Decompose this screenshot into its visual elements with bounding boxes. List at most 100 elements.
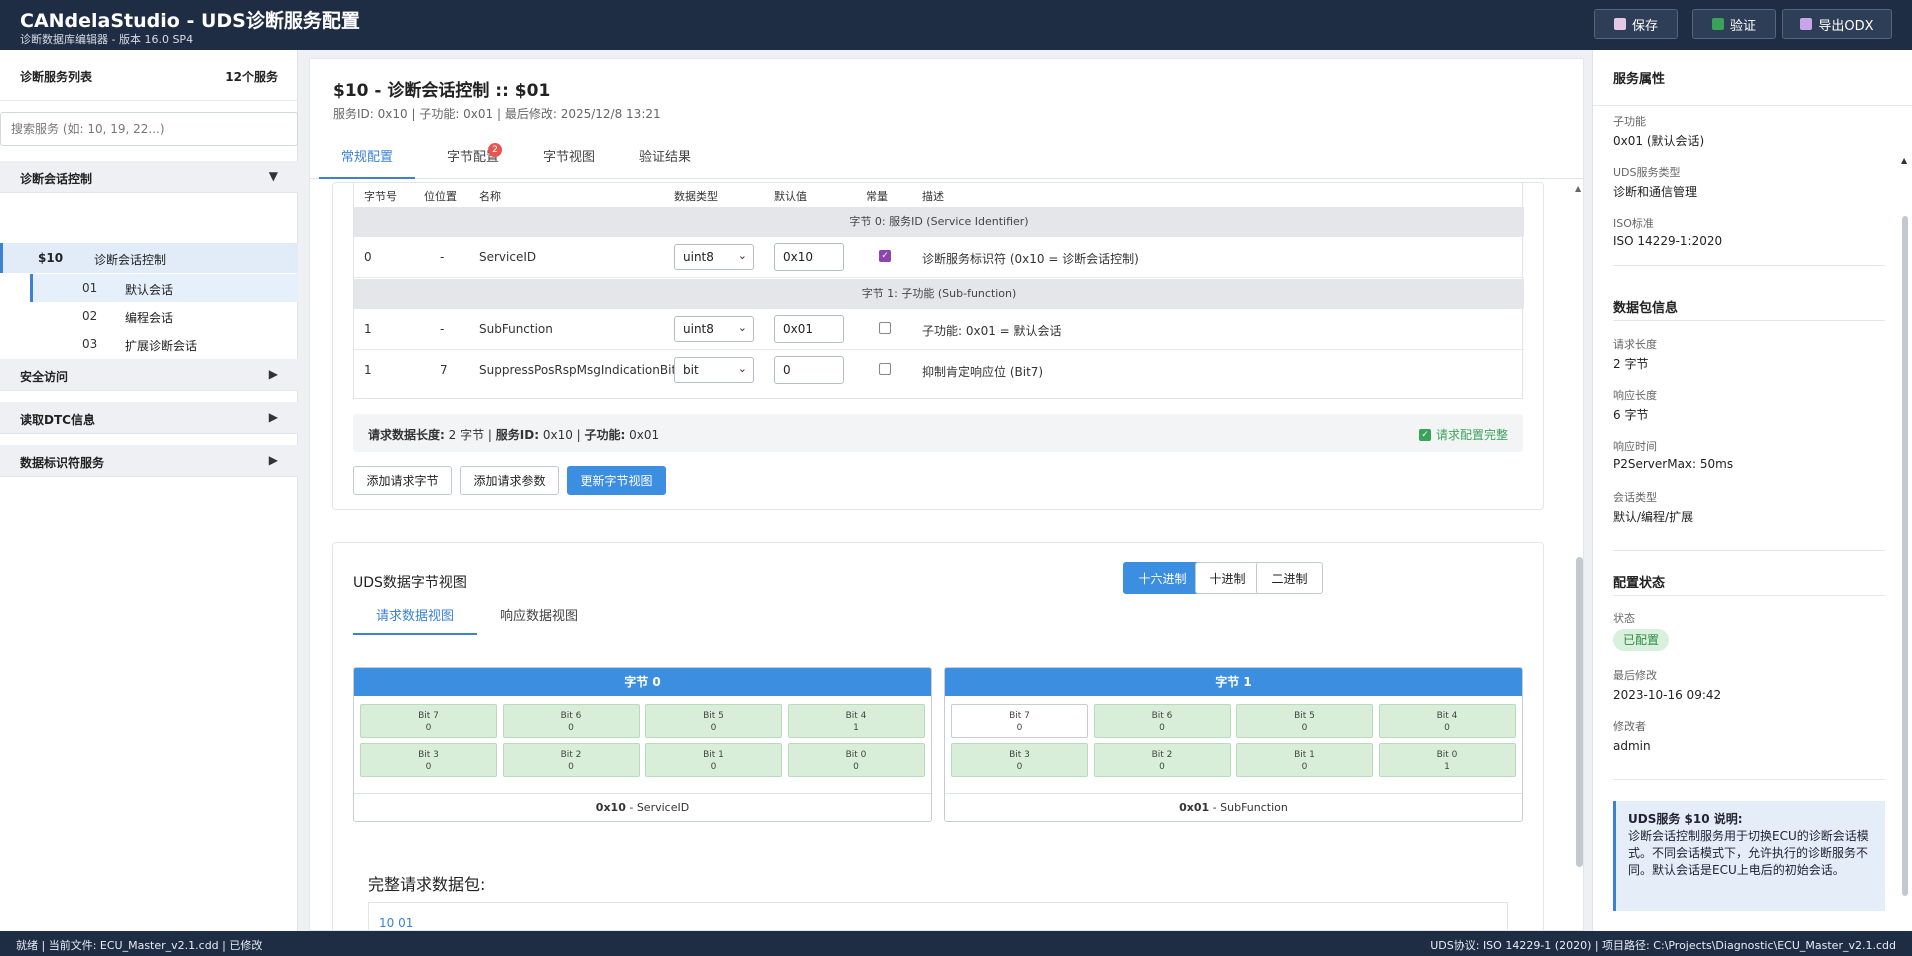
bit-label: Bit 0 <box>845 750 867 760</box>
bit-cell[interactable]: Bit 7 0 <box>360 704 497 738</box>
cell-bit: - <box>440 250 445 264</box>
bit-cell[interactable]: Bit 7 0 <box>951 704 1088 738</box>
scroll-up-icon[interactable]: ▲ <box>1575 184 1581 193</box>
divider <box>1613 779 1885 780</box>
bit-cell[interactable]: Bit 3 0 <box>360 743 497 777</box>
save-icon <box>1613 18 1626 30</box>
group-label: 安全访问 <box>20 370 69 384</box>
save-button[interactable]: 保存 <box>1594 9 1678 39</box>
byte-hex: 0x10 <box>595 801 626 814</box>
byte-0-box: 字节 0 0x10 - ServiceID Bit 7 0 Bit 6 0 Bit 5 0… <box>353 667 932 822</box>
bit-value: 0 <box>1159 723 1165 733</box>
bit-cell[interactable]: Bit 1 0 <box>1236 743 1373 777</box>
bit-cell[interactable]: Bit 4 0 <box>1378 704 1516 738</box>
bit-cell[interactable]: Bit 5 0 <box>1236 704 1373 738</box>
chevron-right-icon: ▶ <box>268 410 278 424</box>
bit-cell[interactable]: Bit 3 0 <box>951 743 1088 777</box>
bit-cell[interactable]: Bit 6 0 <box>1093 704 1231 738</box>
byte-hex: 0x01 <box>1179 801 1210 814</box>
bit-label: Bit 7 <box>418 711 439 721</box>
export-odx-button[interactable]: 导出ODX <box>1782 9 1892 39</box>
tab-validation[interactable]: 验证结果 <box>617 137 713 179</box>
service-search-input[interactable] <box>0 112 298 146</box>
bit-cell[interactable]: Bit 6 0 <box>502 704 640 738</box>
cell-byte: 1 <box>364 363 372 377</box>
bit-cell[interactable]: Bit 1 0 <box>645 743 782 777</box>
verify-button[interactable]: 验证 <box>1692 9 1776 39</box>
bit-value: 0 <box>425 723 432 733</box>
properties-scrollbar[interactable]: ▲ <box>1899 106 1911 931</box>
group-security-access[interactable]: 安全访问 ▶ <box>0 359 298 391</box>
subfunction-item-01[interactable]: 01 默认会话 <box>30 274 298 302</box>
constant-checkbox[interactable]: ✓ <box>879 250 891 262</box>
divider <box>1613 265 1885 266</box>
table-row: 0 - ServiceID uint8 ⌄ 0x10 ✓ 诊断服务标识符 (0x1… <box>354 237 1524 278</box>
scroll-up-icon[interactable]: ▲ <box>1901 156 1907 165</box>
update-byte-view-button[interactable]: 更新字节视图 <box>567 466 666 495</box>
tab-byte-view[interactable]: 字节视图 <box>521 137 617 179</box>
subfunction-label: 编程会话 <box>125 311 174 325</box>
service-item-10[interactable]: $10 诊断会话控制 <box>0 243 298 273</box>
datatype-select[interactable]: bit ⌄ <box>674 357 754 383</box>
constant-checkbox[interactable] <box>879 363 891 375</box>
status-badge: 已配置 <box>1613 629 1669 651</box>
datatype-select[interactable]: uint8 ⌄ <box>674 244 754 270</box>
datatype-select[interactable]: uint8 ⌄ <box>674 316 754 342</box>
scrollbar-thumb[interactable] <box>1576 557 1583 867</box>
add-request-byte-button[interactable]: 添加请求字节 <box>353 466 452 495</box>
summary-len-label: 请求数据长度: <box>368 428 445 442</box>
bit-label: Bit 6 <box>1151 711 1173 721</box>
bit-cell[interactable]: Bit 4 1 <box>787 704 925 738</box>
subfunction-item-02[interactable]: 02 编程会话 <box>0 302 298 330</box>
chevron-right-icon: ▶ <box>268 367 278 381</box>
bit-label: Bit 4 <box>1436 711 1458 721</box>
bit-value: 0 <box>1016 762 1023 772</box>
bit-cell[interactable]: Bit 5 0 <box>645 704 782 738</box>
group-data-identifier[interactable]: 数据标识符服务 ▶ <box>0 445 298 477</box>
bit-value: 0 <box>1301 723 1308 733</box>
constant-checkbox[interactable] <box>879 322 891 334</box>
bit-cell[interactable]: Bit 0 0 <box>787 743 925 777</box>
bit-value: 1 <box>1444 762 1450 772</box>
properties-header: 服务属性 <box>1593 50 1912 106</box>
default-value-input[interactable]: 0x01 <box>774 315 844 343</box>
format-hex-button[interactable]: 十六进制 <box>1123 562 1202 594</box>
group-session-control[interactable]: 诊断会话控制 ▼ <box>0 161 298 193</box>
bit-value: 0 <box>425 762 432 772</box>
export-icon <box>1800 18 1813 30</box>
col-byte: 字节号 <box>364 190 397 203</box>
tab-response-view[interactable]: 响应数据视图 <box>477 603 601 635</box>
col-type: 数据类型 <box>674 190 718 203</box>
summary-len-value: 2 字节 <box>448 428 485 442</box>
bit-cell[interactable]: Bit 2 0 <box>502 743 640 777</box>
tab-general[interactable]: 常规配置 <box>319 137 415 179</box>
config-complete-status: ✓ 请求配置完整 <box>1418 426 1508 443</box>
status-bar: 就绪 | 当前文件: ECU_Master_v2.1.cdd | 已修改 UDS… <box>0 931 1912 956</box>
subfunction-item-03[interactable]: 03 扩展诊断会话 <box>0 330 298 358</box>
cell-name: ServiceID <box>479 250 537 264</box>
tab-byte-config[interactable]: 字节配置 <box>425 137 521 179</box>
group-read-dtc[interactable]: 读取DTC信息 ▶ <box>0 402 298 434</box>
subfunction-num: 01 <box>82 281 98 295</box>
default-value-input[interactable]: 0 <box>774 356 844 384</box>
check-icon: ✓ <box>1418 428 1431 441</box>
prop-label: 请求长度 <box>1613 338 1657 351</box>
prop-value: 2 字节 <box>1613 357 1649 371</box>
format-dec-button[interactable]: 十进制 <box>1195 562 1260 594</box>
table-row: 1 7 SuppressPosRspMsgIndicationBit bit ⌄ … <box>354 350 1524 391</box>
format-bin-button[interactable]: 二进制 <box>1256 562 1323 594</box>
prop-value: P2ServerMax: 50ms <box>1613 457 1734 471</box>
add-request-param-button[interactable]: 添加请求参数 <box>460 466 559 495</box>
bit-value: 1 <box>853 723 859 733</box>
default-value-input[interactable]: 0x10 <box>774 243 844 271</box>
bit-value: 0 <box>568 723 574 733</box>
bit-value: 0 <box>853 762 859 772</box>
main-scrollbar[interactable]: ▲ <box>1573 182 1583 930</box>
bit-label: Bit 1 <box>1294 750 1315 760</box>
tab-request-view[interactable]: 请求数据视图 <box>353 603 477 635</box>
bit-cell[interactable]: Bit 2 0 <box>1093 743 1231 777</box>
bit-cell[interactable]: Bit 0 1 <box>1378 743 1516 777</box>
scrollbar-thumb[interactable] <box>1902 216 1908 896</box>
bit-value: 0 <box>710 762 717 772</box>
section-byte-1: 字节 1: 子功能 (Sub-function) <box>354 279 1524 309</box>
